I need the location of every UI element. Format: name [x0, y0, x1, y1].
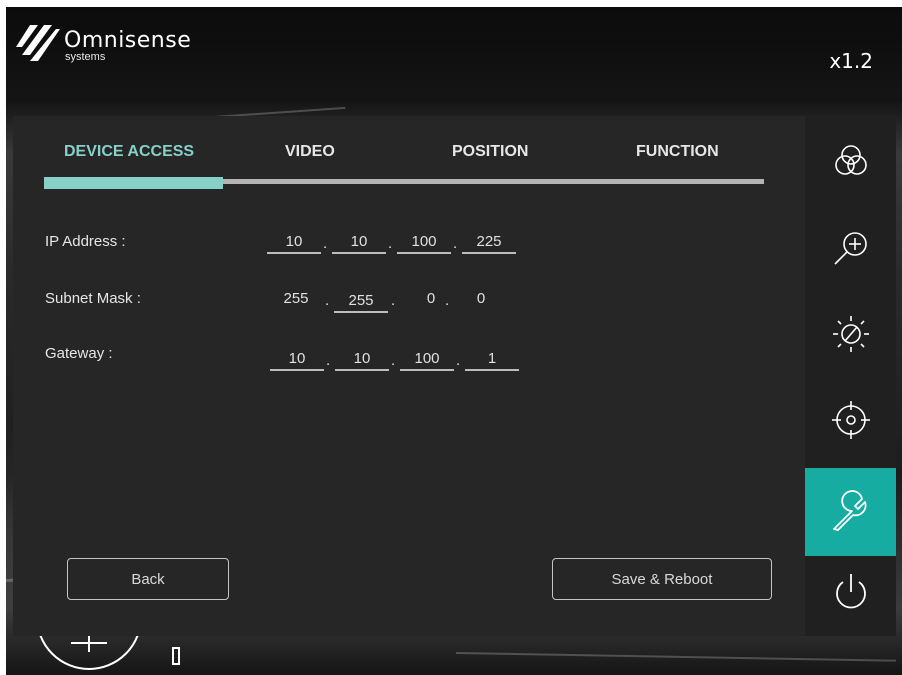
gateway-separator: .	[391, 352, 396, 369]
logo: Omnisense systems	[16, 23, 191, 63]
brand-name: Omnisense	[64, 28, 192, 53]
gateway-octet-4[interactable]	[465, 347, 519, 371]
zoom-level-indicator: x1.2	[829, 49, 873, 73]
zoom-button[interactable]	[805, 204, 896, 292]
ip-address-label: IP Address :	[45, 233, 126, 250]
crosshair-target-icon	[831, 401, 870, 439]
gateway-label: Gateway :	[45, 345, 113, 362]
subnet-octet-4[interactable]	[454, 287, 508, 311]
ip-octet-1[interactable]	[267, 230, 321, 254]
wrench-icon	[832, 490, 866, 531]
side-menu	[805, 116, 896, 636]
brand-subtitle: systems	[65, 51, 106, 63]
gateway-separator: .	[456, 352, 461, 369]
power-button[interactable]	[805, 548, 896, 636]
color-settings-button[interactable]	[805, 118, 896, 206]
back-button[interactable]: Back	[67, 558, 229, 600]
power-icon	[835, 574, 866, 609]
subnet-separator: .	[391, 292, 396, 309]
ip-separator: .	[323, 235, 328, 252]
subnet-separator: .	[325, 292, 330, 309]
gateway-octet-1[interactable]	[270, 347, 324, 371]
zoom-in-icon	[833, 232, 867, 265]
brightness-icon	[832, 316, 869, 352]
ip-separator: .	[453, 235, 458, 252]
color-circles-icon	[834, 145, 867, 175]
gateway-separator: .	[326, 352, 331, 369]
exposure-button[interactable]	[805, 290, 896, 378]
save-reboot-button[interactable]: Save & Reboot	[552, 558, 772, 600]
ip-octet-2[interactable]	[332, 230, 386, 254]
gateway-octet-3[interactable]	[400, 347, 454, 371]
ip-separator: .	[388, 235, 393, 252]
background-streak	[455, 652, 896, 662]
ip-octet-4[interactable]	[462, 230, 516, 254]
subnet-octet-1[interactable]	[269, 287, 323, 311]
tab-position[interactable]: POSITION	[452, 143, 528, 161]
target-button[interactable]	[805, 376, 896, 464]
tab-video[interactable]: VIDEO	[285, 143, 335, 161]
tab-device-access[interactable]: DEVICE ACCESS	[64, 143, 194, 161]
omnisense-logo-icon	[16, 25, 60, 61]
settings-button[interactable]	[805, 468, 896, 556]
subnet-mask-label: Subnet Mask :	[45, 290, 141, 307]
ip-octet-3[interactable]	[397, 230, 451, 254]
settings-panel: DEVICE ACCESS VIDEO POSITION FUNCTION IP…	[13, 116, 805, 636]
gateway-octet-2[interactable]	[335, 347, 389, 371]
subnet-separator: .	[445, 292, 450, 309]
subnet-octet-3[interactable]	[404, 287, 458, 311]
level-marker-icon	[172, 647, 180, 665]
tab-function[interactable]: FUNCTION	[636, 143, 719, 161]
subnet-octet-2[interactable]	[334, 289, 388, 313]
tab-progress-indicator	[44, 177, 223, 189]
